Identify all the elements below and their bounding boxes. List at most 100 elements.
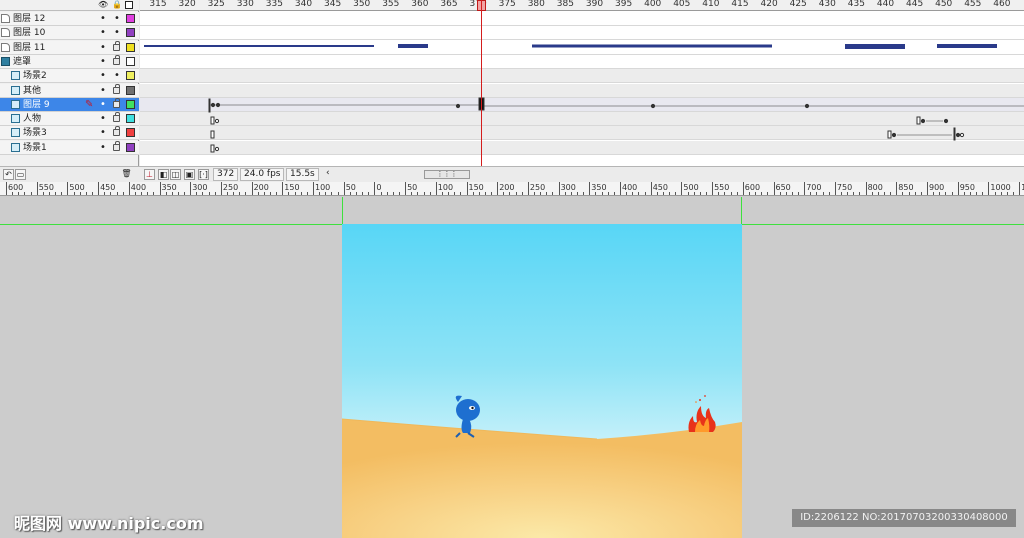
layer-name[interactable]: 场景1	[23, 142, 47, 154]
lock-toggle-icon[interactable]	[113, 140, 120, 151]
modify-markers-icon[interactable]: [·]	[198, 169, 209, 180]
ruler-minor-tick	[761, 192, 763, 195]
ruler-label: 900	[929, 183, 945, 192]
layer-row[interactable]: 场景1 •	[0, 140, 139, 155]
ruler-minor-tick	[398, 192, 400, 195]
layer-name[interactable]: 场景3	[23, 127, 47, 139]
layer-row[interactable]: 遮罩 •	[0, 54, 139, 69]
edit-multiple-frames-icon[interactable]: ▣	[184, 169, 195, 180]
ruler-minor-tick	[153, 192, 155, 195]
ruler-minor-tick	[675, 192, 677, 195]
pasteboard[interactable]	[0, 197, 1024, 538]
ruler-minor-tick	[644, 192, 646, 195]
frame-rate[interactable]: 24.0 fps	[240, 168, 285, 181]
layer-name[interactable]: 人物	[23, 113, 41, 125]
layer-name[interactable]: 图层 9	[23, 99, 50, 111]
outline-color-swatch[interactable]	[126, 114, 135, 124]
ruler-minor-tick	[276, 192, 278, 195]
insert-folder-icon[interactable]: ▭	[15, 169, 26, 180]
ruler-minor-tick	[951, 192, 953, 195]
ruler-tick	[6, 182, 7, 195]
ruler-label: 500	[69, 183, 85, 192]
onion-outline-icon[interactable]: ◫	[170, 169, 181, 180]
playhead[interactable]	[481, 0, 482, 166]
center-frame-icon[interactable]: ⊥	[144, 169, 155, 180]
ruler-label: 850	[898, 183, 914, 192]
lock-toggle[interactable]: •	[114, 12, 120, 25]
lock-icon[interactable]: 🔒	[112, 1, 122, 9]
ruler-minor-tick	[669, 192, 671, 195]
stage-canvas[interactable]	[342, 224, 742, 538]
outline-color-swatch[interactable]	[126, 128, 135, 138]
ruler-minor-tick	[914, 192, 916, 195]
ruler-tick	[957, 182, 959, 195]
layer-name[interactable]: 场景2	[23, 70, 47, 82]
ruler-minor-tick	[331, 192, 333, 195]
visibility-toggle[interactable]: •	[100, 69, 106, 82]
layer-icon	[11, 142, 20, 152]
layer-row[interactable]: 图层 10 • •	[0, 26, 139, 41]
visibility-toggle[interactable]: •	[100, 112, 106, 125]
layer-name[interactable]: 图层 11	[13, 42, 45, 54]
outline-icon[interactable]	[125, 1, 133, 9]
ruler-minor-tick	[982, 192, 984, 195]
ruler-minor-tick	[386, 192, 388, 195]
visibility-toggle[interactable]: •	[100, 26, 106, 39]
eye-icon[interactable]: 👁	[98, 1, 108, 9]
fire-effect[interactable]	[688, 395, 716, 432]
ruler-label: 950	[959, 183, 975, 192]
layer-row[interactable]: 其他 •	[0, 83, 139, 98]
lock-toggle[interactable]: •	[114, 69, 120, 82]
layer-name[interactable]: 图层 12	[13, 13, 45, 25]
visibility-toggle[interactable]: •	[100, 98, 106, 111]
visibility-toggle[interactable]: •	[100, 12, 106, 25]
layer-row[interactable]: 图层 12 • •	[0, 12, 139, 26]
layer-row[interactable]: 场景2 • •	[0, 69, 139, 84]
trash-icon[interactable]: 🗑	[121, 169, 132, 180]
layer-icon	[11, 114, 20, 124]
horizontal-scrollbar[interactable]: ⋮⋮⋮	[424, 170, 470, 179]
ruler-minor-tick	[184, 192, 186, 195]
outline-color-swatch[interactable]	[126, 71, 135, 81]
lock-toggle-icon[interactable]	[113, 97, 120, 108]
scroll-left-icon[interactable]: ‹	[326, 168, 330, 178]
visibility-toggle[interactable]: •	[100, 126, 106, 139]
ruler-tick	[497, 182, 499, 195]
frame-grid[interactable]: 3153203253303353403453503553603653703753…	[140, 0, 1024, 166]
keyframe-track-scene3	[210, 127, 965, 141]
outline-color-swatch[interactable]	[126, 85, 135, 95]
lock-toggle-icon[interactable]	[113, 126, 120, 137]
ruler-label: 350	[161, 183, 177, 192]
lock-toggle-icon[interactable]	[113, 83, 120, 94]
lock-toggle-icon[interactable]	[113, 54, 120, 65]
ruler-tick	[251, 182, 253, 195]
add-motion-guide-icon[interactable]: ↶	[3, 169, 14, 180]
ruler-tick	[834, 182, 836, 195]
outline-color-swatch[interactable]	[126, 142, 135, 152]
ruler-minor-tick	[736, 192, 738, 195]
visibility-toggle[interactable]: •	[100, 141, 106, 154]
layer-row[interactable]: 图层 9 ✎ •	[0, 97, 139, 112]
outline-color-swatch[interactable]	[126, 14, 135, 23]
visibility-toggle[interactable]: •	[100, 41, 106, 54]
outline-color-swatch[interactable]	[126, 28, 135, 38]
visibility-toggle[interactable]: •	[100, 55, 106, 68]
outline-color-swatch[interactable]	[126, 56, 135, 66]
layer-name[interactable]: 遮罩	[13, 56, 31, 68]
onion-skin-icon[interactable]: ◧	[158, 169, 169, 180]
layer-row[interactable]: 图层 11 •	[0, 40, 139, 55]
ruler-minor-tick	[613, 192, 615, 195]
visibility-toggle[interactable]: •	[100, 84, 106, 97]
layer-row[interactable]: 场景3 •	[0, 126, 139, 141]
lock-toggle-icon[interactable]	[113, 40, 120, 51]
layer-name[interactable]: 其他	[23, 85, 41, 97]
ruler-minor-tick	[270, 192, 272, 195]
layer-row[interactable]: 人物 •	[0, 112, 139, 127]
layer-name[interactable]: 图层 10	[13, 27, 45, 39]
outline-color-swatch[interactable]	[126, 42, 135, 52]
lock-toggle[interactable]: •	[114, 26, 120, 39]
outline-color-swatch[interactable]	[126, 99, 135, 109]
ruler-minor-tick	[214, 192, 216, 195]
lock-toggle-icon[interactable]	[113, 112, 120, 123]
guide-layer-icon	[1, 14, 10, 23]
